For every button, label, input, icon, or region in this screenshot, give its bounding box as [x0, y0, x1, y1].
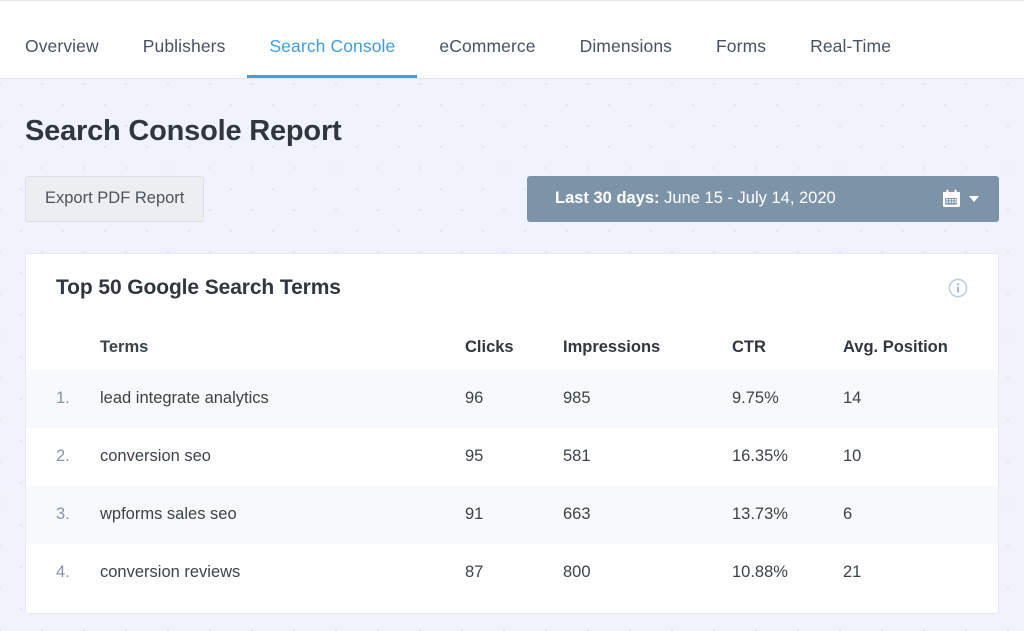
calendar-icon[interactable] — [942, 189, 961, 208]
date-range-value: June 15 - July 14, 2020 — [664, 189, 836, 207]
row-clicks: 96 — [465, 389, 563, 408]
row-impressions: 581 — [563, 447, 732, 466]
row-ctr: 10.88% — [732, 563, 843, 582]
tab-ecommerce[interactable]: eCommerce — [417, 38, 557, 79]
row-clicks: 87 — [465, 563, 563, 582]
tab-publishers[interactable]: Publishers — [121, 38, 248, 79]
chevron-down-icon[interactable] — [969, 196, 979, 202]
row-impressions: 800 — [563, 563, 732, 582]
column-header-avg-position: Avg. Position — [843, 338, 968, 357]
row-term: lead integrate analytics — [100, 389, 465, 408]
tab-overview[interactable]: Overview — [25, 38, 121, 79]
row-clicks: 95 — [465, 447, 563, 466]
row-index: 3. — [56, 505, 100, 524]
column-header-ctr: CTR — [732, 338, 843, 357]
row-index: 4. — [56, 563, 100, 582]
date-range-text: Last 30 days: June 15 - July 14, 2020 — [555, 189, 836, 209]
row-term: conversion reviews — [100, 563, 465, 582]
report-page: Search Console Report Export PDF Report … — [0, 115, 1024, 614]
row-index: 2. — [56, 447, 100, 466]
search-terms-table: Terms Clicks Impressions CTR Avg. Positi… — [56, 326, 968, 602]
info-icon[interactable] — [948, 278, 968, 298]
row-ctr: 16.35% — [732, 447, 843, 466]
row-avg-position: 21 — [843, 563, 968, 582]
row-term: conversion seo — [100, 447, 465, 466]
nav-tab-list: Overview Publishers Search Console eComm… — [25, 38, 913, 79]
row-ctr: 9.75% — [732, 389, 843, 408]
report-controls: Export PDF Report Last 30 days: June 15 … — [25, 176, 999, 222]
tab-dimensions[interactable]: Dimensions — [558, 38, 694, 79]
row-avg-position: 6 — [843, 505, 968, 524]
row-impressions: 985 — [563, 389, 732, 408]
row-index: 1. — [56, 389, 100, 408]
column-header-clicks: Clicks — [465, 338, 563, 357]
column-header-impressions: Impressions — [563, 338, 732, 357]
table-row[interactable]: 2. conversion seo 95 581 16.35% 10 — [26, 428, 998, 486]
tab-forms[interactable]: Forms — [694, 38, 788, 79]
date-range-picker[interactable]: Last 30 days: June 15 - July 14, 2020 — [527, 176, 999, 222]
row-avg-position: 10 — [843, 447, 968, 466]
column-header-terms: Terms — [100, 338, 465, 357]
export-pdf-report-button[interactable]: Export PDF Report — [25, 176, 204, 222]
date-range-label: Last 30 days: — [555, 189, 660, 207]
report-nav-bar: Overview Publishers Search Console eComm… — [0, 0, 1024, 79]
row-term: wpforms sales seo — [100, 505, 465, 524]
tab-real-time[interactable]: Real-Time — [788, 38, 913, 79]
card-header: Top 50 Google Search Terms — [56, 276, 968, 300]
table-row[interactable]: 3. wpforms sales seo 91 663 13.73% 6 — [26, 486, 998, 544]
row-impressions: 663 — [563, 505, 732, 524]
page-title: Search Console Report — [25, 115, 999, 148]
search-terms-card: Top 50 Google Search Terms Terms Clicks … — [25, 253, 999, 614]
date-range-icon-group — [942, 189, 979, 208]
card-title: Top 50 Google Search Terms — [56, 276, 341, 300]
row-clicks: 91 — [465, 505, 563, 524]
table-row[interactable]: 1. lead integrate analytics 96 985 9.75%… — [26, 370, 998, 428]
row-ctr: 13.73% — [732, 505, 843, 524]
table-header-row: Terms Clicks Impressions CTR Avg. Positi… — [26, 326, 998, 370]
table-row[interactable]: 4. conversion reviews 87 800 10.88% 21 — [26, 544, 998, 602]
tab-search-console[interactable]: Search Console — [247, 38, 417, 79]
row-avg-position: 14 — [843, 389, 968, 408]
